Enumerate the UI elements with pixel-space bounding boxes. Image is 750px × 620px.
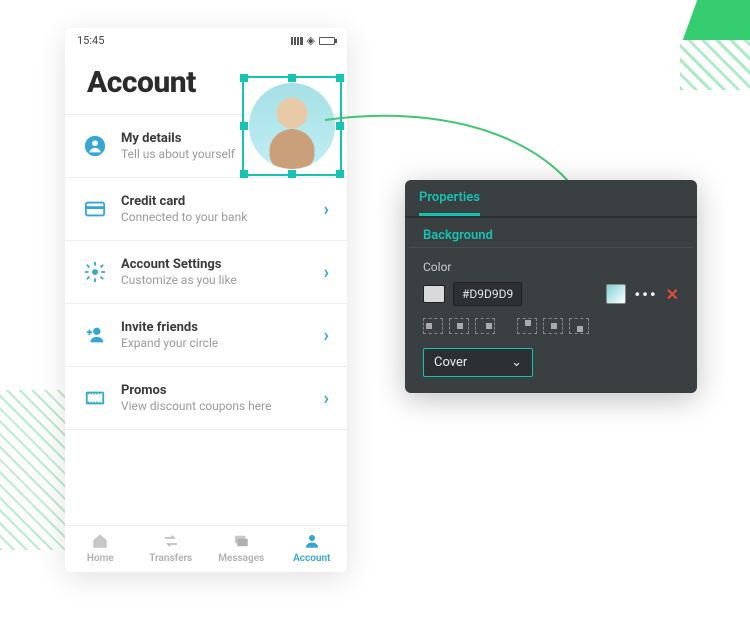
fit-value: Cover xyxy=(434,355,467,370)
background-fit-select[interactable]: Cover ⌄ xyxy=(423,348,533,377)
tab-label: Home xyxy=(87,553,114,564)
row-credit-card[interactable]: Credit card Connected to your bank › xyxy=(65,177,347,240)
color-hex-input[interactable]: #D9D9D9 xyxy=(453,282,522,306)
color-swatch[interactable] xyxy=(423,285,445,303)
chevron-right-icon: › xyxy=(324,262,329,283)
resize-handle-br[interactable] xyxy=(336,170,344,178)
color-label: Color xyxy=(423,260,679,274)
wifi-icon: ◈ xyxy=(307,34,315,47)
gear-icon xyxy=(83,260,107,284)
decoration-stripes xyxy=(680,40,750,90)
remove-image-button[interactable]: ✕ xyxy=(666,285,679,304)
chevron-right-icon: › xyxy=(324,388,329,409)
row-promos[interactable]: Promos View discount coupons here › xyxy=(65,366,347,430)
resize-handle-t[interactable] xyxy=(288,74,296,82)
tab-transfers[interactable]: Transfers xyxy=(136,532,207,564)
chevron-right-icon: › xyxy=(324,199,329,220)
row-subtitle: Customize as you like xyxy=(121,273,324,287)
row-subtitle: Connected to your bank xyxy=(121,210,324,224)
resize-handle-bl[interactable] xyxy=(240,170,248,178)
row-account-settings[interactable]: Account Settings Customize as you like › xyxy=(65,240,347,303)
selection-box xyxy=(242,76,342,176)
pos-top[interactable] xyxy=(517,318,537,334)
section-background[interactable]: Background xyxy=(409,218,693,248)
panel-tabs: Properties xyxy=(405,180,697,218)
home-icon xyxy=(90,532,110,550)
row-title: Invite friends xyxy=(121,320,324,335)
chevron-down-icon: ⌄ xyxy=(511,355,522,370)
tab-label: Account xyxy=(293,553,330,564)
decoration-bottom-left xyxy=(0,390,70,550)
resize-handle-r[interactable] xyxy=(336,122,344,130)
tab-label: Transfers xyxy=(149,553,192,564)
row-title: Account Settings xyxy=(121,257,324,272)
account-icon xyxy=(302,532,322,550)
resize-handle-tr[interactable] xyxy=(336,74,344,82)
tab-messages[interactable]: Messages xyxy=(206,532,277,564)
selected-element[interactable] xyxy=(242,76,342,176)
background-position-grid xyxy=(405,306,697,334)
credit-card-icon xyxy=(83,197,107,221)
row-invite-friends[interactable]: Invite friends Expand your circle › xyxy=(65,303,347,366)
pos-center-v[interactable] xyxy=(543,318,563,334)
decoration-top-right xyxy=(683,0,750,40)
tab-home[interactable]: Home xyxy=(65,532,136,564)
panel-tab-properties[interactable]: Properties xyxy=(419,190,480,216)
pos-right[interactable] xyxy=(475,318,495,334)
coupon-icon xyxy=(83,386,107,410)
row-title: Promos xyxy=(121,383,324,398)
pos-center-h[interactable] xyxy=(449,318,469,334)
clock: 15:45 xyxy=(77,34,104,47)
status-bar: 15:45 ◈ xyxy=(65,28,347,47)
add-user-icon xyxy=(83,323,107,347)
row-subtitle: Expand your circle xyxy=(121,336,324,350)
pos-bottom[interactable] xyxy=(569,318,589,334)
resize-handle-b[interactable] xyxy=(288,170,296,178)
pos-left[interactable] xyxy=(423,318,443,334)
resize-handle-l[interactable] xyxy=(240,122,248,130)
row-subtitle: View discount coupons here xyxy=(121,399,324,413)
tab-bar: Home Transfers Messages Account xyxy=(65,525,347,572)
resize-handle-tl[interactable] xyxy=(240,74,248,82)
person-icon xyxy=(83,134,107,158)
chevron-right-icon: › xyxy=(324,325,329,346)
row-title: Credit card xyxy=(121,194,324,209)
properties-panel: Properties Background Color #D9D9D9 ••• … xyxy=(405,180,697,393)
tab-label: Messages xyxy=(218,553,264,564)
more-button[interactable]: ••• xyxy=(634,285,657,304)
tab-account[interactable]: Account xyxy=(277,532,348,564)
messages-icon xyxy=(231,532,251,550)
battery-icon xyxy=(319,37,335,45)
background-image-thumb[interactable] xyxy=(606,284,626,304)
signal-icon xyxy=(291,37,303,45)
transfers-icon xyxy=(161,532,181,550)
